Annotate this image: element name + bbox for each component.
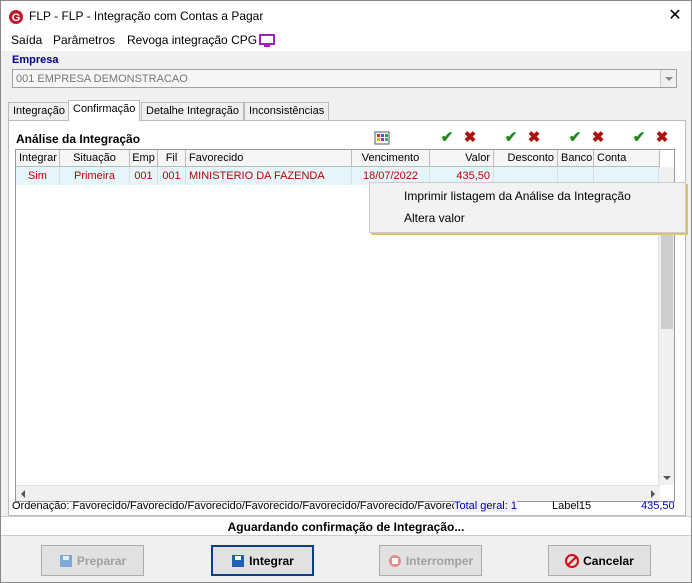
cell-favorecido[interactable]: MINISTERIO DA FAZENDA xyxy=(186,167,352,185)
check-all-icon[interactable]: ✔ xyxy=(439,130,455,146)
cancel-icon xyxy=(565,553,580,568)
interromper-label: Interromper xyxy=(405,553,474,568)
column-header-vencimento[interactable]: Vencimento xyxy=(352,150,430,167)
menu-revoga-integracao[interactable]: Revoga integração CPG xyxy=(127,33,257,47)
context-menu: Imprimir listagem da Análise da Integraç… xyxy=(369,182,686,233)
cell-integrar[interactable]: Sim xyxy=(16,167,60,185)
check-banco-icon[interactable]: ✔ xyxy=(567,130,583,146)
menu-parametros[interactable]: Parâmetros xyxy=(53,33,115,47)
empresa-select-value: 001 EMPRESA DEMONSTRACAO xyxy=(16,73,188,85)
check-desconto-icon[interactable]: ✔ xyxy=(503,130,519,146)
total-value: 435,50 xyxy=(641,500,675,512)
close-icon[interactable]: ✕ xyxy=(665,6,685,26)
menu-item-altera-valor[interactable]: Altera valor xyxy=(404,211,465,225)
title-bar: G FLP - FLP - Integração com Contas a Pa… xyxy=(1,1,691,31)
label15: Label15 xyxy=(552,500,592,512)
scroll-right-icon[interactable] xyxy=(651,490,655,498)
uncheck-desconto-icon[interactable]: ✖ xyxy=(526,130,542,146)
stop-icon xyxy=(388,554,401,567)
column-header-banco[interactable]: Banco xyxy=(558,150,594,167)
total-geral: Total geral: 1 xyxy=(454,500,517,512)
menu-saida[interactable]: Saída xyxy=(11,33,42,47)
empresa-select[interactable]: 001 EMPRESA DEMONSTRACAO xyxy=(12,69,677,88)
scroll-down-icon[interactable] xyxy=(663,476,671,480)
confirmacao-panel: Análise da Integração ✔ ✖ ✔ ✖ ✔ ✖ ✔ ✖ In… xyxy=(8,120,686,516)
menu-item-imprimir-listagem[interactable]: Imprimir listagem da Análise da Integraç… xyxy=(404,189,631,203)
scroll-left-icon[interactable] xyxy=(21,490,25,498)
column-header-favorecido[interactable]: Favorecido xyxy=(186,150,352,167)
tab-confirmacao[interactable]: Confirmação xyxy=(68,100,141,121)
monitor-icon[interactable] xyxy=(259,34,275,47)
chevron-down-icon[interactable] xyxy=(660,70,676,87)
cell-situacao[interactable]: Primeira xyxy=(60,167,130,185)
column-header-integrar[interactable]: Integrar xyxy=(16,150,60,167)
window-title: FLP - FLP - Integração com Contas a Paga… xyxy=(29,9,264,23)
integrar-button[interactable]: Integrar xyxy=(211,545,314,576)
svg-text:G: G xyxy=(12,12,21,24)
save-icon xyxy=(232,554,245,567)
main-window: G FLP - FLP - Integração com Contas a Pa… xyxy=(0,0,692,583)
column-header-emp[interactable]: Emp xyxy=(130,150,158,167)
column-header-conta[interactable]: Conta xyxy=(594,150,660,167)
horizontal-scrollbar[interactable] xyxy=(16,485,660,501)
menu-bar: Saída Parâmetros Revoga integração CPG xyxy=(1,31,691,51)
calendar-grid-icon[interactable] xyxy=(374,130,390,146)
column-header-fil[interactable]: Fil xyxy=(158,150,186,167)
tab-detalhe-integracao[interactable]: Detalhe Integração xyxy=(141,102,244,120)
uncheck-conta-icon[interactable]: ✖ xyxy=(654,130,670,146)
column-header-desconto[interactable]: Desconto xyxy=(494,150,558,167)
status-bar: Aguardando confirmação de Integração... xyxy=(1,516,691,536)
cell-emp[interactable]: 001 xyxy=(130,167,158,185)
interromper-button[interactable]: Interromper xyxy=(379,545,482,576)
column-header-situacao[interactable]: Situação xyxy=(60,150,130,167)
empresa-label: Empresa xyxy=(12,54,59,66)
uncheck-all-icon[interactable]: ✖ xyxy=(462,130,478,146)
cancelar-button[interactable]: Cancelar xyxy=(548,545,651,576)
cancelar-label: Cancelar xyxy=(583,553,634,568)
panel-title: Análise da Integração xyxy=(16,132,141,146)
integrar-label: Integrar xyxy=(249,553,294,568)
tab-inconsistencias[interactable]: Inconsistências xyxy=(244,102,330,120)
column-header-valor[interactable]: Valor xyxy=(430,150,494,167)
save-icon xyxy=(59,554,72,567)
tab-integracao[interactable]: Integração xyxy=(8,102,70,120)
preparar-button[interactable]: Preparar xyxy=(41,545,144,576)
cell-fil[interactable]: 001 xyxy=(158,167,186,185)
uncheck-banco-icon[interactable]: ✖ xyxy=(590,130,606,146)
preparar-label: Preparar xyxy=(76,553,127,568)
app-logo-icon: G xyxy=(9,10,23,24)
check-conta-icon[interactable]: ✔ xyxy=(631,130,647,146)
ordering-text: Ordenação: Favorecido/Favorecido/Favorec… xyxy=(12,500,506,512)
